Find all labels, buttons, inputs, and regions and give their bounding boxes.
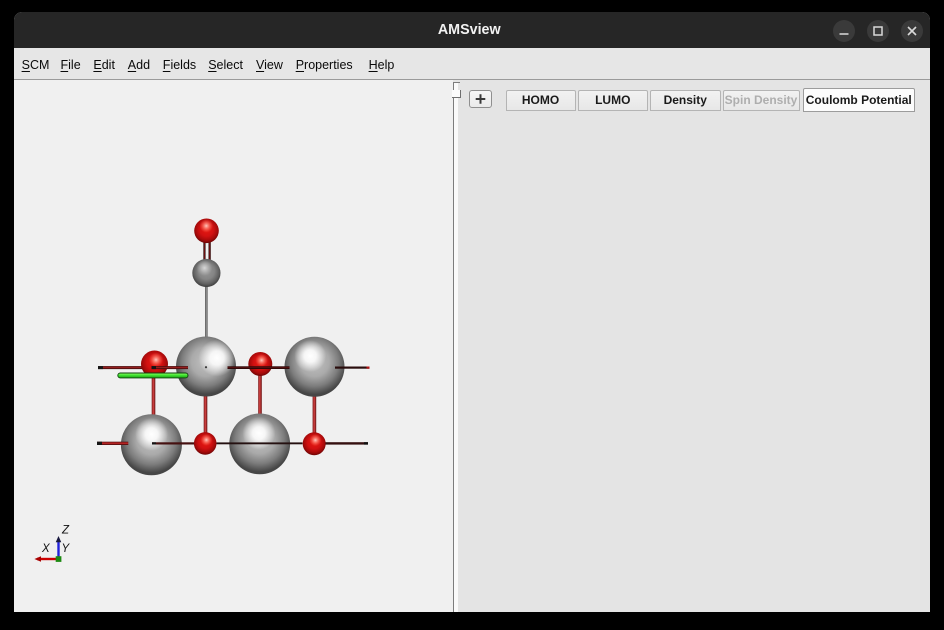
- svg-text:Z: Z: [61, 525, 70, 537]
- svg-text:Y: Y: [62, 543, 71, 555]
- svg-text:X: X: [41, 543, 51, 555]
